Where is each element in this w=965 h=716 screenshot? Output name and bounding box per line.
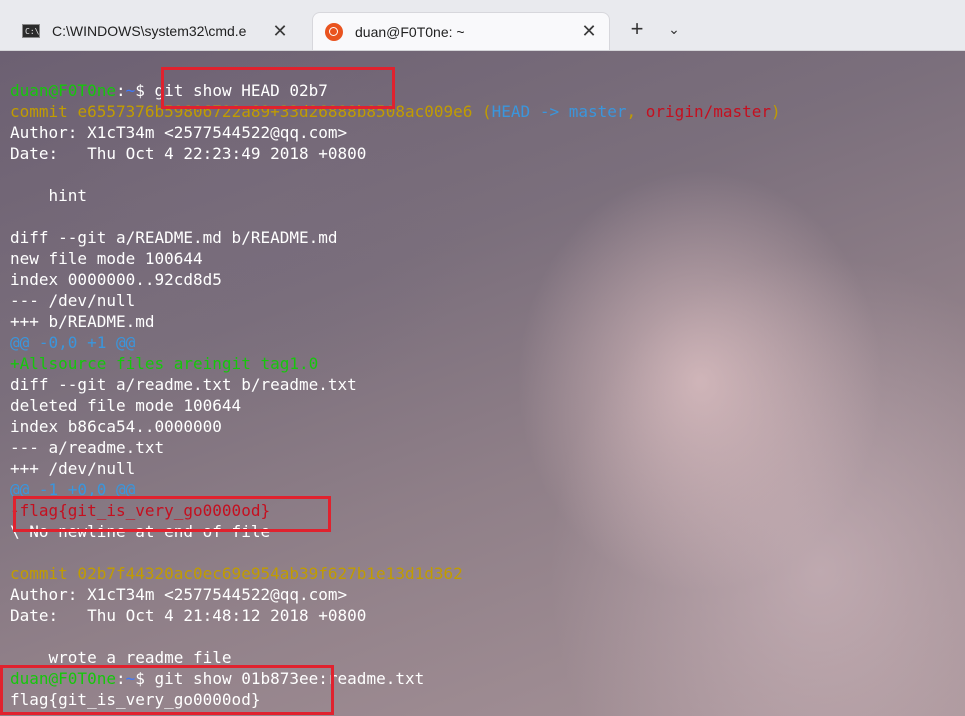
terminal-output[interactable]: duan@F0T0ne:~$ git show HEAD 02b7 commit… xyxy=(0,51,965,716)
terminal-line: \ No newline at end of file xyxy=(10,522,271,541)
terminal-line: Author: X1cT34m <2577544522@qq.com> xyxy=(10,585,348,604)
terminal-line: deleted file mode 100644 xyxy=(10,396,242,415)
terminal-line: commit e6557376b59806722a89+33d26888b850… xyxy=(10,102,781,121)
new-tab-button[interactable]: + xyxy=(624,14,650,44)
terminal-line: @@ -0,0 +1 @@ xyxy=(10,333,136,352)
prompt-user: duan@F0T0ne xyxy=(10,669,116,688)
terminal-line: diff --git a/README.md b/README.md xyxy=(10,228,338,247)
tab-title: C:\WINDOWS\system32\cmd.e xyxy=(52,23,247,39)
tab-title: duan@F0T0ne: ~ xyxy=(355,23,465,40)
terminal-line: diff --git a/readme.txt b/readme.txt xyxy=(10,375,357,394)
chevron-down-icon[interactable]: ⌄ xyxy=(662,14,686,44)
terminal-line: duan@F0T0ne:~$ git show HEAD 02b7 xyxy=(10,81,328,100)
cmd-icon: C:\ xyxy=(22,24,40,38)
terminal-line: Date: Thu Oct 4 21:48:12 2018 +0800 xyxy=(10,606,367,625)
terminal-line: Author: X1cT34m <2577544522@qq.com> xyxy=(10,123,348,142)
terminal-line: wrote a readme file xyxy=(10,648,232,667)
tab-bar: C:\ C:\WINDOWS\system32\cmd.e ✕ duan@F0T… xyxy=(0,0,965,51)
ubuntu-icon xyxy=(325,22,343,41)
terminal-line: --- /dev/null xyxy=(10,291,136,310)
terminal-line: index b86ca54..0000000 xyxy=(10,417,222,436)
tab-ubuntu[interactable]: duan@F0T0ne: ~ ✕ xyxy=(312,12,610,50)
terminal-line: Date: Thu Oct 4 22:23:49 2018 +0800 xyxy=(10,144,367,163)
terminal-line: flag{git_is_very_go0000od} xyxy=(10,690,261,709)
close-icon[interactable]: ✕ xyxy=(577,21,601,42)
terminal-line: commit 02b7f44320ac0ec69e954ab39f627b1e1… xyxy=(10,564,463,583)
terminal-line: hint xyxy=(10,186,88,205)
prompt-user: duan@F0T0ne xyxy=(10,81,116,100)
terminal-line: +++ b/README.md xyxy=(10,312,155,331)
command-text: git show HEAD 02b7 xyxy=(154,81,328,100)
terminal-line: index 0000000..92cd8d5 xyxy=(10,270,222,289)
command-text: git show 01b873ee:readme.txt xyxy=(154,669,425,688)
terminal-line: @@ -1 +0,0 @@ xyxy=(10,480,136,499)
terminal-line: +++ /dev/null xyxy=(10,459,136,478)
close-icon[interactable]: ✕ xyxy=(268,21,292,42)
terminal-line: duan@F0T0ne:~$ git show 01b873ee:readme.… xyxy=(10,669,425,688)
terminal-line: --- a/readme.txt xyxy=(10,438,165,457)
terminal-line: +Allsource files areingit tag1.0 xyxy=(10,354,319,373)
terminal-line: -flag{git_is_very_go0000od} xyxy=(10,501,271,520)
terminal-line: new file mode 100644 xyxy=(10,249,203,268)
tab-cmd[interactable]: C:\ C:\WINDOWS\system32\cmd.e ✕ xyxy=(10,12,300,50)
